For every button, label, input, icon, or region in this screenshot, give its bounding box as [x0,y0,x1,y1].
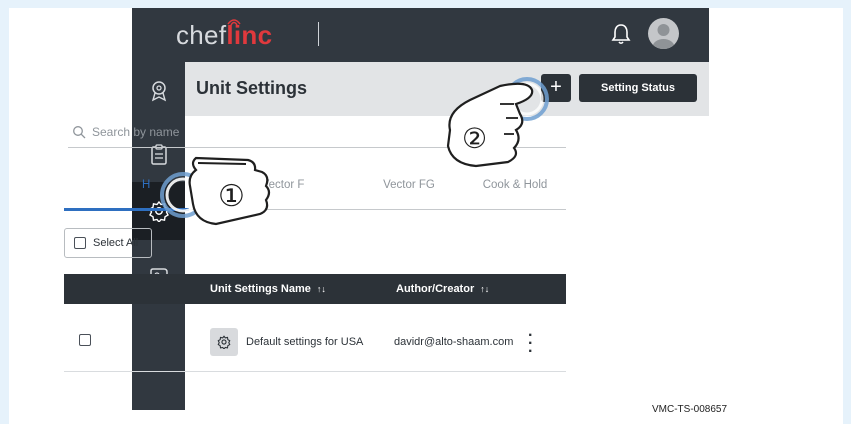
column-header-author[interactable]: Author/Creator ↑↓ [396,283,489,295]
column-label: Unit Settings Name [210,283,311,295]
column-header-unit-settings-name[interactable]: Unit Settings Name ↑↓ [210,283,326,295]
active-tab-indicator [64,208,189,211]
row-settings-badge [210,328,238,356]
document-id: VMC-TS-008657 [652,404,728,415]
table-header: Unit Settings Name ↑↓ Author/Creator ↑↓ [64,274,566,304]
tab-vector-f[interactable]: Vector F [228,179,338,191]
avatar-icon [652,24,675,49]
unit-type-tabs: H Vector F Vector FG Cook & Hold [64,172,566,211]
top-bar: cheflinc [132,8,709,62]
add-button[interactable]: + [541,74,571,102]
page-title: Unit Settings [196,78,307,98]
sort-icon[interactable]: ↑↓ [317,284,326,294]
tab-h[interactable]: H [142,179,150,191]
sidebar-item-locations[interactable] [132,62,185,120]
setting-status-button[interactable]: Setting Status [579,74,697,102]
avatar[interactable] [648,18,679,49]
row-settings-name[interactable]: Default settings for USA [246,336,363,348]
header-divider [318,22,319,46]
row-author: davidr@alto-shaam.com [394,336,514,348]
location-badge-icon [151,81,166,102]
sort-icon[interactable]: ↑↓ [480,284,489,294]
logo-prefix: chef [176,20,227,50]
gear-icon [217,335,231,349]
tab-vector-fg[interactable]: Vector FG [354,179,464,191]
select-all-label: Select All [93,237,139,249]
row-checkbox[interactable] [79,334,91,346]
page-header: Unit Settings + Setting Status [185,62,709,116]
search-icon [73,126,86,139]
search-bar [68,118,566,148]
select-all-checkbox[interactable] [74,237,86,249]
more-options-icon[interactable]: · · · [528,328,533,360]
search-input[interactable] [92,122,552,142]
bell-icon[interactable] [610,22,632,46]
app-logo[interactable]: cheflinc [176,20,272,51]
column-label: Author/Creator [396,283,475,295]
table-row[interactable]: Default settings for USA davidr@alto-sha… [64,322,566,372]
wifi-wave-icon [227,19,241,26]
tab-cook-and-hold[interactable]: Cook & Hold [460,179,570,191]
select-all-button[interactable]: Select All [64,228,152,258]
